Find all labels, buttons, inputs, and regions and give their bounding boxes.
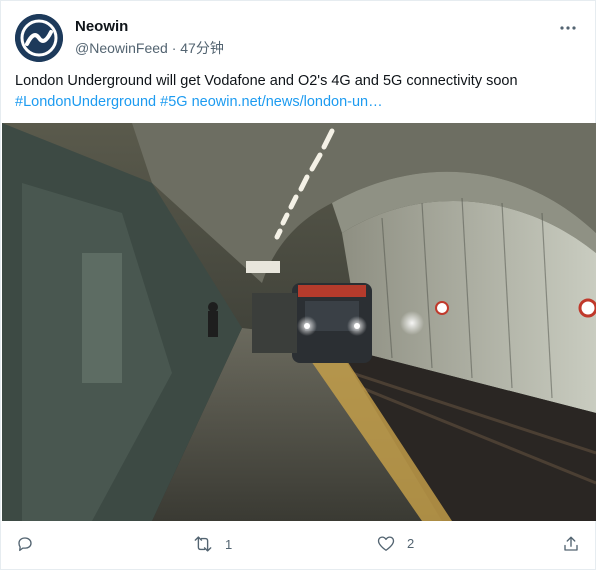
reply-icon <box>18 537 32 552</box>
hashtag-link[interactable]: #5G <box>160 94 187 110</box>
neowin-logo-icon <box>15 14 63 62</box>
retweet-icon <box>194 536 212 552</box>
share-icon <box>564 536 578 551</box>
meta-separator: · <box>171 40 177 56</box>
more-options-icon <box>560 26 576 30</box>
share-button[interactable] <box>562 535 580 553</box>
author-name[interactable]: Neowin <box>75 18 224 36</box>
article-link[interactable]: neowin.net/news/london-un… <box>192 94 383 110</box>
author-meta: @NeowinFeed · 47分钟 <box>75 39 224 57</box>
tweet-actions: 1 2 <box>1 531 596 561</box>
tweet-card: Neowin @NeowinFeed · 47分钟 London Undergr… <box>0 0 596 570</box>
more-options-button[interactable] <box>559 19 577 37</box>
like-icon <box>377 536 395 551</box>
tweet-text: London Underground will get Vodafone and… <box>15 71 575 113</box>
author-block: Neowin @NeowinFeed · 47分钟 <box>75 18 224 57</box>
like-button[interactable]: 2 <box>377 535 414 552</box>
reply-button[interactable] <box>16 535 46 553</box>
author-handle[interactable]: @NeowinFeed <box>75 40 168 56</box>
hashtag-link[interactable]: #LondonUnderground <box>15 94 156 110</box>
underground-platform-photo <box>2 123 596 521</box>
tweet-photo[interactable] <box>2 123 596 521</box>
like-count: 2 <box>407 536 415 551</box>
tweet-links-line: #LondonUnderground #5G neowin.net/news/l… <box>15 92 575 113</box>
tweet-time[interactable]: 47分钟 <box>180 40 224 56</box>
tweet-body: London Underground will get Vodafone and… <box>15 73 518 89</box>
retweet-button[interactable]: 1 <box>193 535 232 553</box>
avatar[interactable] <box>15 14 63 62</box>
retweet-count: 1 <box>225 536 233 552</box>
